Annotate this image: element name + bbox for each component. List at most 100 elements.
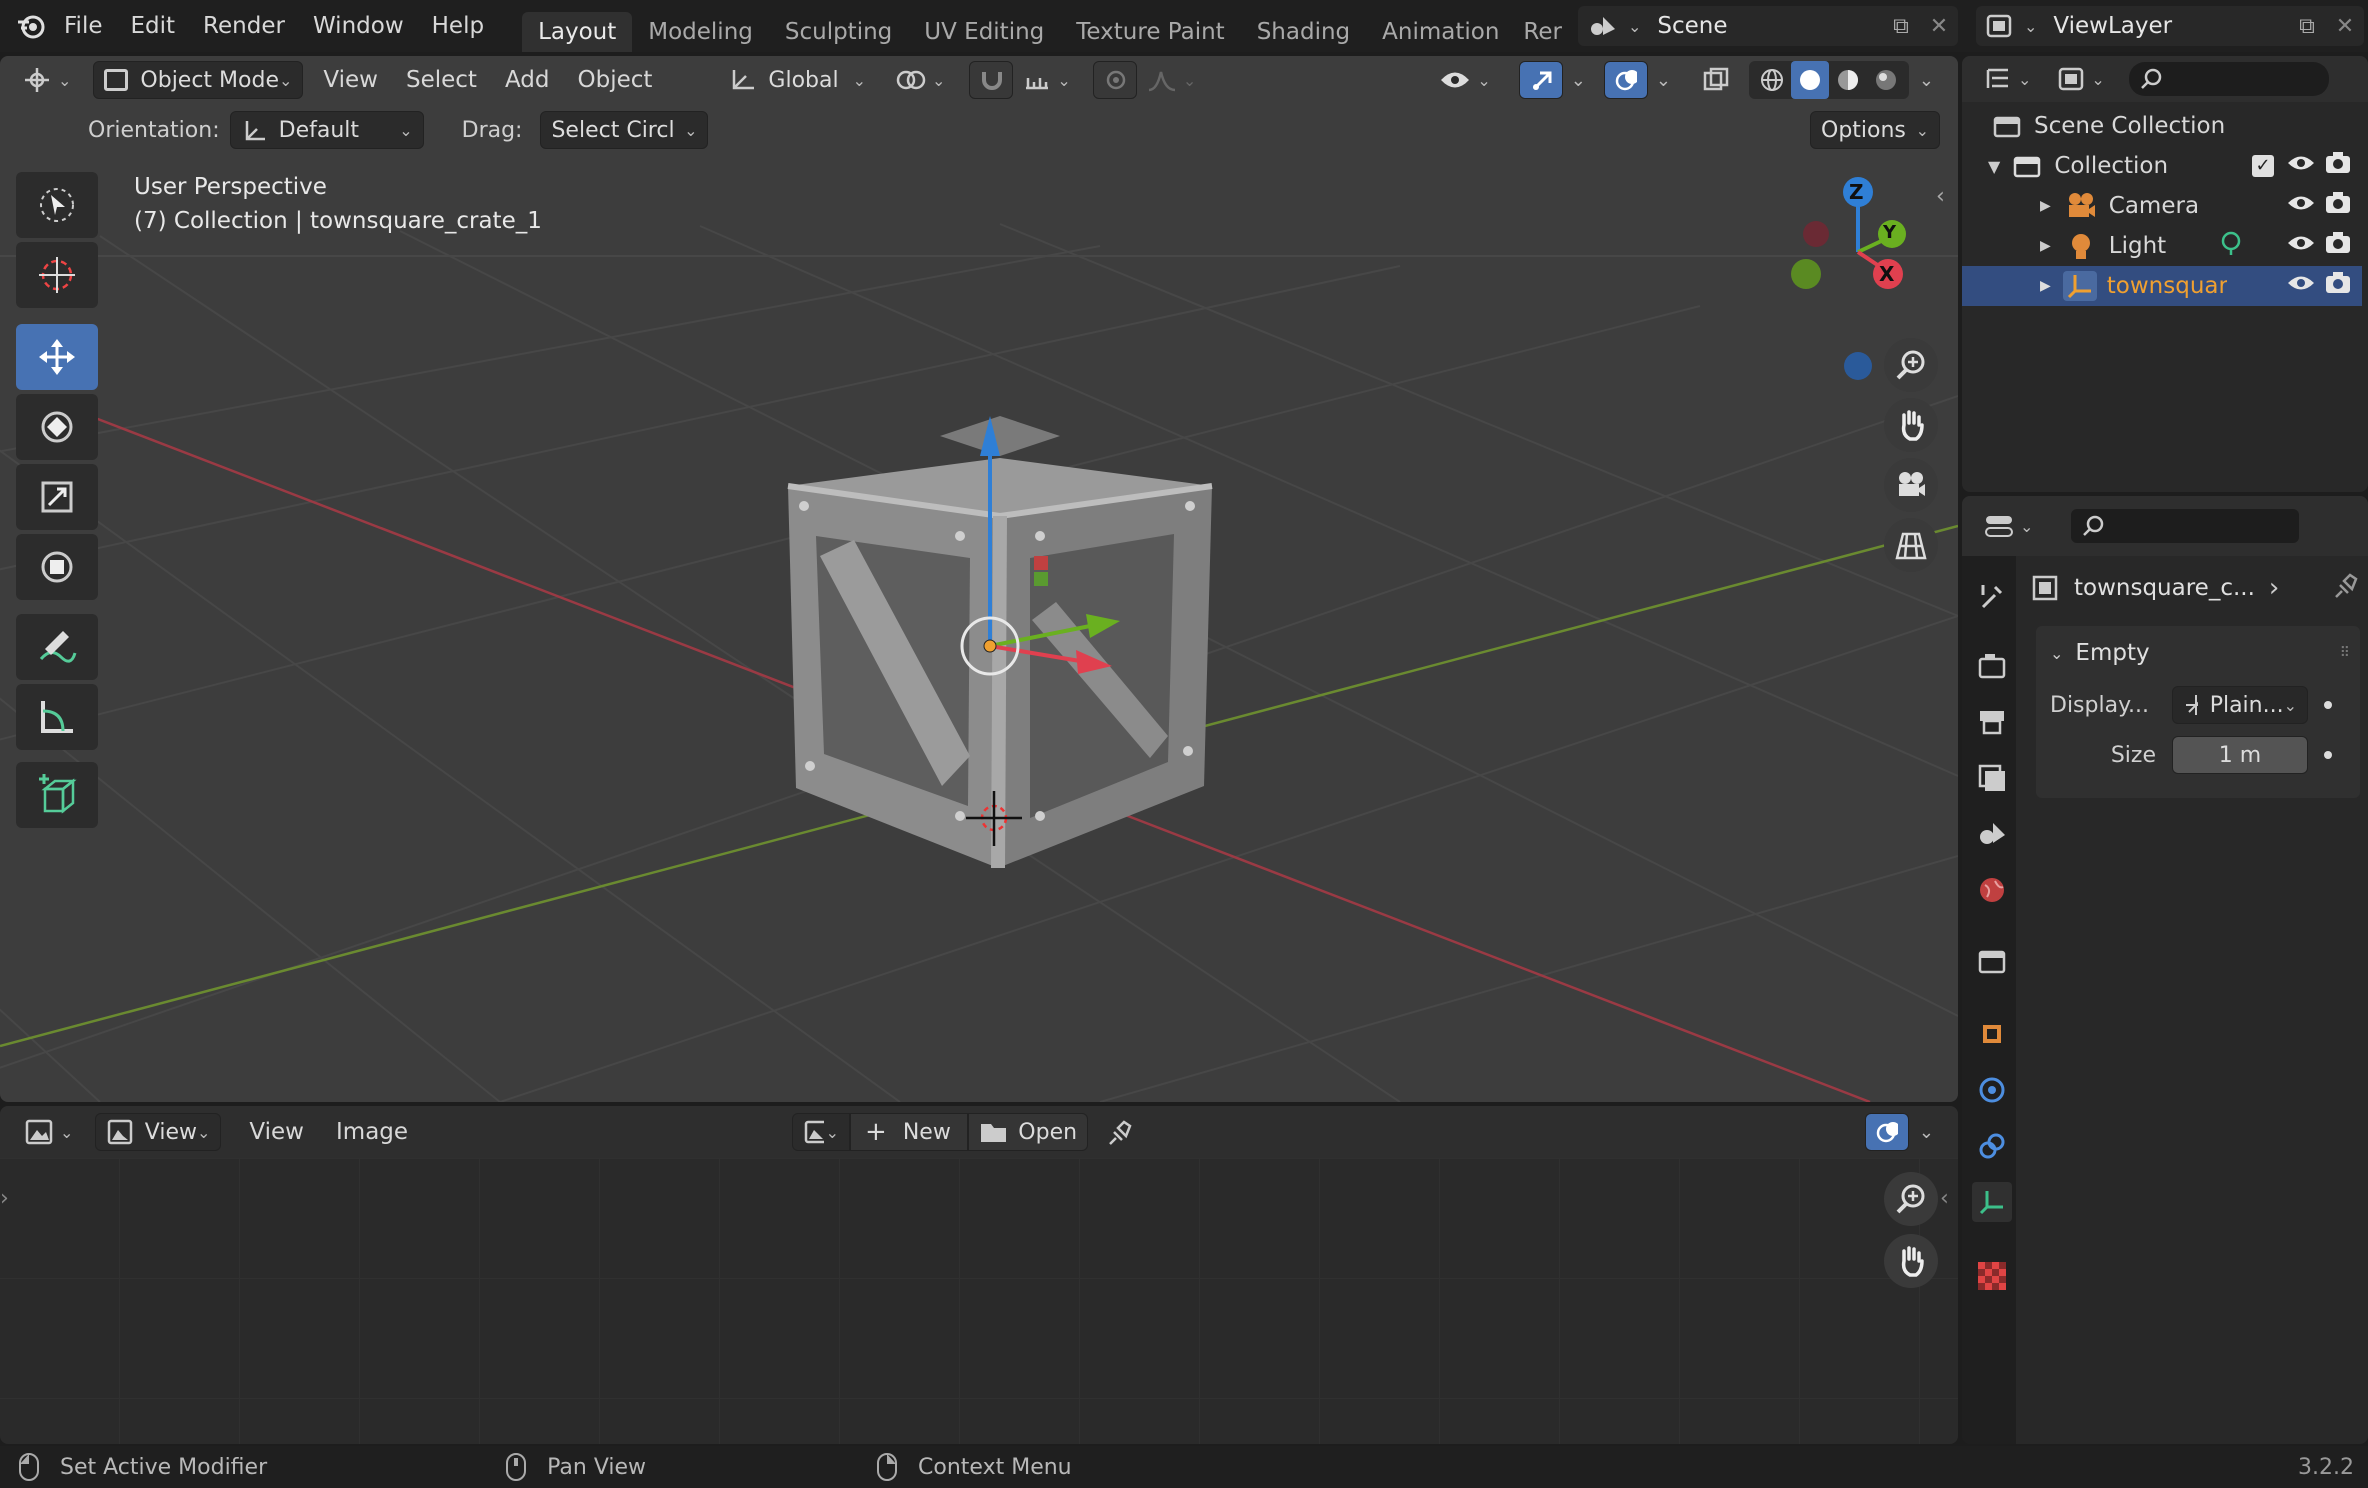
checkbox-icon[interactable]: ✓	[2252, 155, 2274, 177]
new-scene-icon[interactable]: ⧉	[1882, 7, 1920, 45]
menu-edit[interactable]: Edit	[117, 4, 190, 48]
constraints-tab-icon[interactable]	[1972, 1126, 2012, 1166]
gizmo-toggle[interactable]	[1518, 61, 1563, 99]
display-type-dropdown[interactable]: Plain... ⌄	[2172, 686, 2308, 724]
outliner-type-button[interactable]: ⌄	[1974, 60, 2041, 98]
viewport-menu-select[interactable]: Select	[392, 58, 491, 102]
expand-arrow-icon[interactable]: ▶	[2040, 198, 2051, 214]
image-menu-image[interactable]: Image	[322, 1110, 422, 1154]
menu-help[interactable]: Help	[418, 4, 498, 48]
transform-tool-button[interactable]	[16, 534, 98, 600]
close-scene-icon[interactable]: ✕	[1920, 7, 1958, 45]
tab-rendering[interactable]: Rer	[1515, 12, 1563, 52]
tab-sculpting[interactable]: Sculpting	[769, 12, 908, 52]
xray-toggle[interactable]	[1693, 61, 1739, 99]
overlays-toggle[interactable]	[1603, 61, 1648, 99]
orientation-selector[interactable]: Default ⌄	[229, 111, 424, 149]
viewport-menu-add[interactable]: Add	[491, 58, 564, 102]
outliner-item-townsquare[interactable]: ▶ townsquare	[1962, 266, 2362, 306]
add-cube-tool-button[interactable]	[16, 762, 98, 828]
camera-render-icon[interactable]	[2324, 231, 2352, 261]
pan-hand-icon[interactable]	[1884, 1234, 1938, 1288]
outliner-item-light[interactable]: ▶ Light	[1962, 226, 2362, 266]
image-editor[interactable]: ⌄ View ⌄ View Image ⌄ + New Open ⌄ › ‹	[0, 1106, 1958, 1444]
physics-tab-icon[interactable]	[1972, 1070, 2012, 1110]
scale-tool-button[interactable]	[16, 464, 98, 530]
solid-shading-icon[interactable]	[1790, 61, 1829, 99]
camera-view-icon[interactable]	[1884, 458, 1938, 512]
properties-search-input[interactable]	[2071, 509, 2300, 543]
menu-render[interactable]: Render	[189, 4, 299, 48]
camera-render-icon[interactable]	[2324, 151, 2352, 181]
menu-window[interactable]: Window	[299, 4, 418, 48]
zoom-icon[interactable]	[1884, 338, 1938, 392]
collection-tab-icon[interactable]	[1972, 942, 2012, 982]
chevron-down-icon[interactable]: ⌄	[1919, 1122, 1934, 1143]
select-tool-button[interactable]	[16, 172, 98, 238]
chevron-down-icon[interactable]: ⌄	[1571, 70, 1586, 91]
menu-file[interactable]: File	[50, 4, 117, 48]
properties-type-button[interactable]: ⌄	[1974, 507, 2043, 545]
move-tool-button[interactable]	[16, 324, 98, 390]
ortho-grid-icon[interactable]	[1884, 518, 1938, 572]
size-field[interactable]: 1 m	[2172, 736, 2308, 774]
viewlayer-name[interactable]: ViewLayer	[2053, 13, 2288, 39]
chevron-left-icon[interactable]: ‹	[1936, 184, 1945, 209]
editor-type-button[interactable]: ⌄	[12, 61, 81, 99]
eye-icon[interactable]	[2286, 152, 2316, 180]
open-image-button[interactable]: Open	[968, 1113, 1089, 1151]
pin-icon[interactable]	[2334, 571, 2360, 605]
tab-layout[interactable]: Layout	[522, 12, 633, 52]
outliner-collection[interactable]: ▼ Collection ✓	[1962, 146, 2362, 186]
render-tab-icon[interactable]	[1972, 646, 2012, 686]
drag-handle-icon[interactable]: ⠿	[2340, 645, 2350, 661]
tab-uv-editing[interactable]: UV Editing	[908, 12, 1060, 52]
options-button[interactable]: Options ⌄	[1810, 111, 1940, 149]
cursor-tool-button[interactable]	[16, 242, 98, 308]
image-editor-type-button[interactable]: ⌄	[14, 1113, 83, 1151]
object-tab-icon[interactable]	[1972, 1014, 2012, 1054]
tab-animation[interactable]: Animation	[1366, 12, 1515, 52]
measure-tool-button[interactable]	[16, 684, 98, 750]
snap-toggle[interactable]	[969, 61, 1014, 99]
expand-arrow-icon[interactable]: ▶	[2040, 278, 2051, 294]
texture-tab-icon[interactable]	[1972, 1256, 2012, 1296]
chevron-down-icon[interactable]: ⌄	[1656, 70, 1671, 91]
wireframe-shading-icon[interactable]	[1753, 61, 1791, 99]
camera-render-icon[interactable]	[2324, 191, 2352, 221]
empty-panel-header[interactable]: ⌄ Empty ⠿	[2036, 626, 2360, 680]
image-overlays-toggle[interactable]	[1864, 1113, 1909, 1151]
expand-arrow-icon[interactable]: ▼	[1988, 157, 2000, 176]
pin-icon[interactable]	[1102, 1113, 1140, 1151]
transform-gizmo[interactable]	[940, 396, 1160, 876]
outliner-search-input[interactable]	[2128, 62, 2329, 96]
viewlayer-selector[interactable]: ⌄ ViewLayer ⧉ ✕	[1976, 6, 2364, 46]
material-shading-icon[interactable]	[1829, 61, 1867, 99]
new-viewlayer-icon[interactable]: ⧉	[2288, 7, 2326, 45]
snap-target-button[interactable]: ⌄	[1013, 61, 1080, 99]
keyframe-dot-icon[interactable]	[2324, 701, 2332, 709]
drag-selector[interactable]: Select Circl ⌄	[540, 111, 709, 149]
scene-selector[interactable]: ⌄ Scene ⧉ ✕	[1578, 6, 1958, 46]
expand-arrow-icon[interactable]: ▶	[2040, 238, 2051, 254]
display-mode-button[interactable]: ⌄	[2047, 60, 2114, 98]
light-data-icon[interactable]	[2218, 230, 2244, 262]
object-name-label[interactable]: townsquare_c...	[2074, 575, 2255, 601]
tab-texture-paint[interactable]: Texture Paint	[1060, 12, 1240, 52]
annotate-tool-button[interactable]	[16, 614, 98, 680]
proportional-edit-toggle[interactable]	[1092, 61, 1137, 99]
scene-name[interactable]: Scene	[1657, 13, 1882, 39]
eye-icon[interactable]	[2286, 272, 2316, 300]
camera-render-icon[interactable]	[2324, 271, 2352, 301]
new-image-button[interactable]: + New	[850, 1113, 969, 1151]
keyframe-dot-icon[interactable]	[2324, 751, 2332, 759]
chevron-left-icon[interactable]: ‹	[1940, 1186, 1949, 1211]
eye-icon[interactable]	[2286, 232, 2316, 260]
viewport-menu-view[interactable]: View	[309, 58, 392, 102]
blender-logo-icon[interactable]	[12, 7, 50, 45]
rotate-tool-button[interactable]	[16, 394, 98, 460]
chevron-right-icon[interactable]: ›	[0, 1186, 9, 1211]
outliner-item-camera[interactable]: ▶ Camera	[1962, 186, 2362, 226]
pan-hand-icon[interactable]	[1884, 398, 1938, 452]
close-viewlayer-icon[interactable]: ✕	[2326, 7, 2364, 45]
